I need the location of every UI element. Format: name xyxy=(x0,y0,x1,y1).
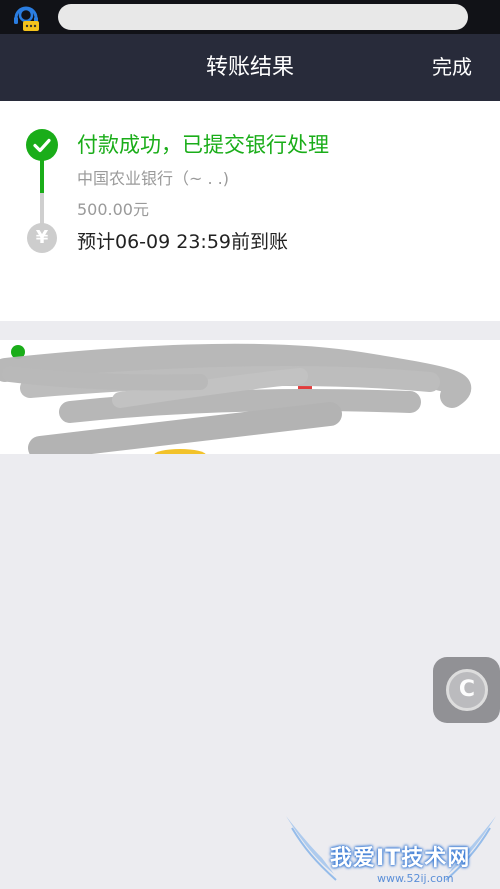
result-status-text: 付款成功，已提交银行处理 xyxy=(77,133,329,157)
yen-icon: ¥ xyxy=(27,223,57,253)
status-bar xyxy=(0,0,500,34)
timeline-line-done xyxy=(40,157,44,193)
page-title: 转账结果 xyxy=(205,55,294,80)
redaction-scribble xyxy=(0,343,472,454)
progress-timeline: ¥ xyxy=(26,129,58,255)
timeline-line-pending xyxy=(40,193,44,227)
watermark-text: 我爱IT技术网 xyxy=(330,846,471,871)
transfer-result-card: ¥ 付款成功，已提交银行处理 中国农业银行（~ . .) 500.00元 预计0… xyxy=(0,101,500,321)
nav-bar: 转账结果 完成 xyxy=(0,34,500,101)
watermark-url: www.52ij.com xyxy=(377,872,454,885)
bank-name: 中国农业银行（~ . .) xyxy=(77,169,229,188)
redacted-notification xyxy=(58,4,468,30)
arrival-estimate: 预计06-09 23:59前到账 xyxy=(77,231,289,253)
done-button[interactable]: 完成 xyxy=(432,34,472,101)
clean-button-icon: C xyxy=(446,669,488,711)
transfer-amount: 500.00元 xyxy=(77,200,149,219)
promo-banner[interactable] xyxy=(0,340,500,454)
clean-button-label: C xyxy=(458,677,476,702)
floating-clean-button[interactable]: C xyxy=(433,657,500,723)
check-icon xyxy=(26,129,58,161)
site-watermark: 我爱IT技术网 www.52ij.com xyxy=(282,808,500,889)
support-agent-icon xyxy=(14,6,39,31)
